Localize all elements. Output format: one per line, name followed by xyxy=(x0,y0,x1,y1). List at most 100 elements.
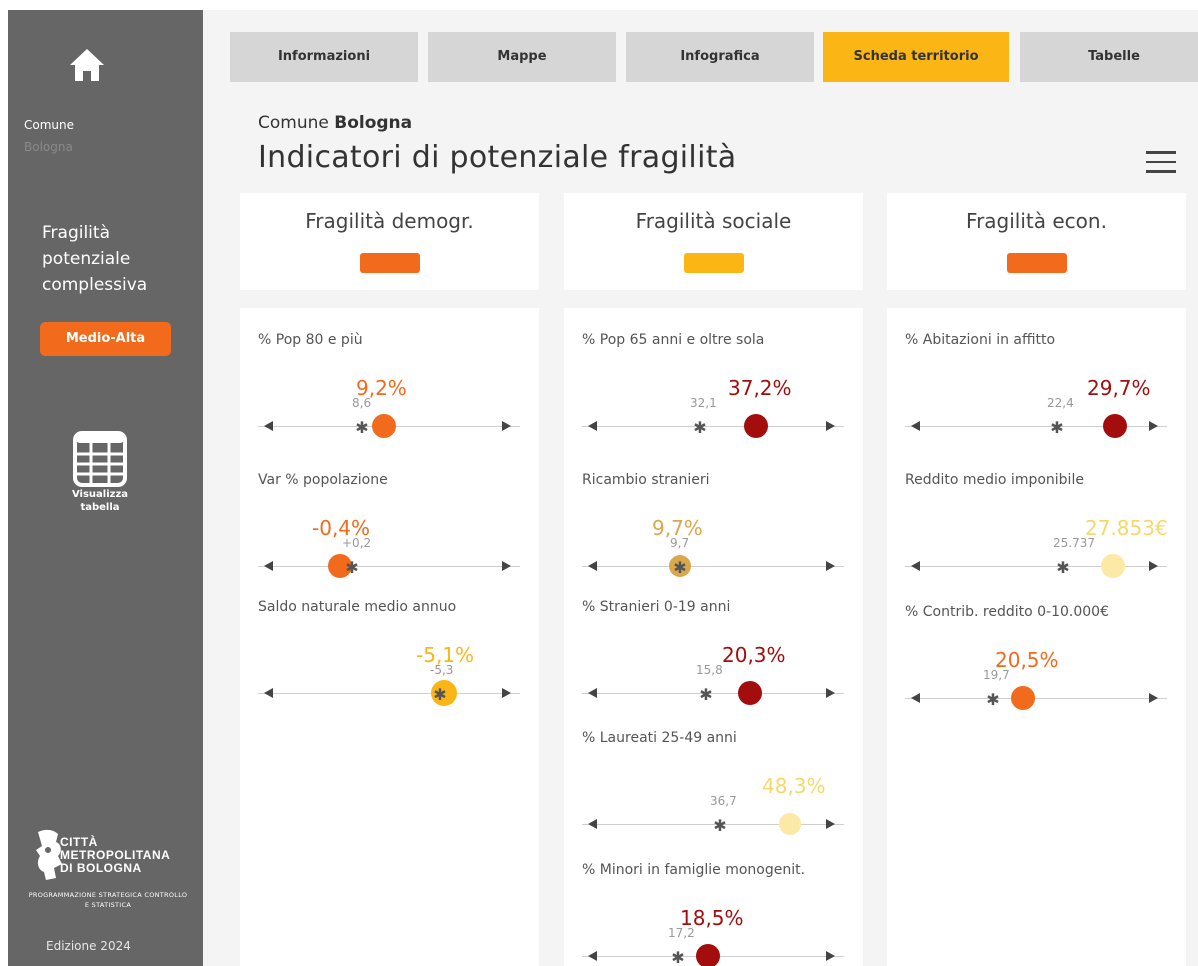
indicator-value: -5,1% xyxy=(416,643,475,667)
indicator-label: % Pop 80 e più xyxy=(258,332,363,348)
fragility-level-badge: Medio-Alta xyxy=(40,322,171,356)
indicators-sociale: % Pop 65 anni e oltre sola ✱ 32,1 37,2% Rica… xyxy=(564,308,863,966)
axis-right-arrow-icon xyxy=(502,561,511,571)
sidebar: Comune Bologna Fragilità potenziale comp… xyxy=(8,10,203,966)
reference-value: 36,7 xyxy=(710,794,737,808)
axis-right-arrow-icon xyxy=(826,561,835,571)
reference-value: 22,4 xyxy=(1047,396,1074,410)
reference-star-icon: ✱ xyxy=(1050,418,1064,437)
indicator-axis xyxy=(258,566,520,567)
indicator-row: % Pop 65 anni e oltre sola ✱ 32,1 37,2% xyxy=(564,328,863,448)
hamburger-menu-icon[interactable] xyxy=(1146,151,1176,175)
category-card-sociale: Fragilità sociale xyxy=(564,193,863,290)
category-card-economica: Fragilità econ. xyxy=(887,193,1186,290)
home-icon[interactable] xyxy=(68,46,106,84)
tab-informazioni[interactable]: Informazioni xyxy=(230,32,418,82)
indicator-label: % Laureati 25-49 anni xyxy=(582,730,737,746)
indicators-demografica: % Pop 80 e più ✱ 8,6 9,2% Var % popolazione ✱… xyxy=(240,308,539,966)
indicator-label: % Pop 65 anni e oltre sola xyxy=(582,332,765,348)
indicator-axis xyxy=(905,426,1167,427)
axis-right-arrow-icon xyxy=(826,951,835,961)
axis-right-arrow-icon xyxy=(1149,421,1158,431)
indicator-value-dot xyxy=(372,414,396,438)
axis-left-arrow-icon xyxy=(264,561,273,571)
reference-star-icon: ✱ xyxy=(433,685,447,704)
logo-subtext: PROGRAMMAZIONE STRATEGICA CONTROLLO E ST… xyxy=(28,891,188,909)
reference-star-icon: ✱ xyxy=(693,418,707,437)
reference-star-icon: ✱ xyxy=(713,816,727,835)
breadcrumb: Comune Bologna xyxy=(258,113,412,133)
indicator-row: % Minori in famiglie monogenit. ✱ 17,2 18,5… xyxy=(564,858,863,966)
axis-right-arrow-icon xyxy=(826,819,835,829)
reference-value: 15,8 xyxy=(696,663,723,677)
breadcrumb-name: Bologna xyxy=(334,113,413,133)
indicator-value: 29,7% xyxy=(1087,376,1151,400)
category-card-demografica: Fragilità demogr. xyxy=(240,193,539,290)
indicator-value-dot xyxy=(779,813,801,835)
category-swatch xyxy=(1007,253,1067,273)
reference-star-icon: ✱ xyxy=(699,685,713,704)
indicator-value-dot xyxy=(1011,686,1035,710)
indicators-economica: % Abitazioni in affitto ✱ 22,4 29,7% Reddito… xyxy=(887,308,1186,966)
reference-star-icon: ✱ xyxy=(673,558,687,577)
indicator-axis xyxy=(258,693,520,694)
indicator-row: % Contrib. reddito 0-10.000€ ✱ 19,7 20,5% xyxy=(887,600,1186,720)
category-title: Fragilità econ. xyxy=(966,209,1107,233)
axis-left-arrow-icon xyxy=(911,693,920,703)
axis-right-arrow-icon xyxy=(1149,561,1158,571)
indicator-value-dot xyxy=(696,944,720,966)
reference-star-icon: ✱ xyxy=(345,558,359,577)
indicator-row: Reddito medio imponibile ✱ 25.737 27.853€ xyxy=(887,468,1186,588)
axis-right-arrow-icon xyxy=(826,421,835,431)
axis-left-arrow-icon xyxy=(588,951,597,961)
comune-label: Comune xyxy=(24,118,75,132)
indicator-row: Ricambio stranieri ✱ 9,7 9,7% xyxy=(564,468,863,588)
indicator-value-dot xyxy=(738,681,762,705)
fragility-title: Fragilità potenziale complessiva xyxy=(42,223,148,295)
indicator-value: 9,7% xyxy=(652,516,703,540)
axis-left-arrow-icon xyxy=(588,688,597,698)
edition-label: Edizione 2024 xyxy=(46,939,131,953)
tab-scheda-territorio[interactable]: Scheda territorio xyxy=(823,32,1009,82)
table-button-label[interactable]: Visualizza tabella xyxy=(60,488,140,514)
tab-infografica[interactable]: Infografica xyxy=(626,32,814,82)
category-title: Fragilità sociale xyxy=(635,209,792,233)
indicator-axis xyxy=(582,426,844,427)
axis-left-arrow-icon xyxy=(588,421,597,431)
reference-star-icon: ✱ xyxy=(671,948,685,966)
indicator-value: 48,3% xyxy=(762,774,826,798)
indicator-axis xyxy=(905,566,1167,567)
indicator-axis xyxy=(582,566,844,567)
axis-right-arrow-icon xyxy=(1149,693,1158,703)
indicator-label: % Abitazioni in affitto xyxy=(905,332,1056,348)
indicator-row: Saldo naturale medio annuo ✱ -5,3 -5,1% xyxy=(240,595,539,715)
tab-mappe[interactable]: Mappe xyxy=(428,32,616,82)
category-swatch xyxy=(684,253,744,273)
tab-tabelle[interactable]: Tabelle xyxy=(1020,32,1198,82)
indicator-value: 20,3% xyxy=(722,643,786,667)
indicator-value: -0,4% xyxy=(312,516,371,540)
axis-left-arrow-icon xyxy=(264,421,273,431)
table-icon[interactable] xyxy=(72,430,128,488)
indicator-label: % Stranieri 0-19 anni xyxy=(582,599,731,615)
indicator-value-dot xyxy=(744,414,768,438)
indicator-value: 37,2% xyxy=(728,376,792,400)
indicator-row: Var % popolazione ✱ +0,2 -0,4% xyxy=(240,468,539,588)
reference-star-icon: ✱ xyxy=(1056,558,1070,577)
axis-right-arrow-icon xyxy=(502,688,511,698)
indicator-axis xyxy=(905,698,1167,699)
comune-value: Bologna xyxy=(24,140,73,154)
logo-text: CITTÀ METROPOLITANA DI BOLOGNA xyxy=(60,835,170,875)
axis-left-arrow-icon xyxy=(911,561,920,571)
main-content: Informazioni Mappe Infografica Scheda te… xyxy=(203,10,1198,966)
indicator-value-dot xyxy=(1103,414,1127,438)
axis-right-arrow-icon xyxy=(502,421,511,431)
indicator-row: % Abitazioni in affitto ✱ 22,4 29,7% xyxy=(887,328,1186,448)
category-title: Fragilità demogr. xyxy=(305,209,474,233)
reference-star-icon: ✱ xyxy=(355,418,369,437)
indicator-label: Saldo naturale medio annuo xyxy=(258,599,457,615)
reference-value: 32,1 xyxy=(690,396,717,410)
breadcrumb-prefix: Comune xyxy=(258,113,329,133)
category-swatch xyxy=(360,253,420,273)
axis-left-arrow-icon xyxy=(588,819,597,829)
